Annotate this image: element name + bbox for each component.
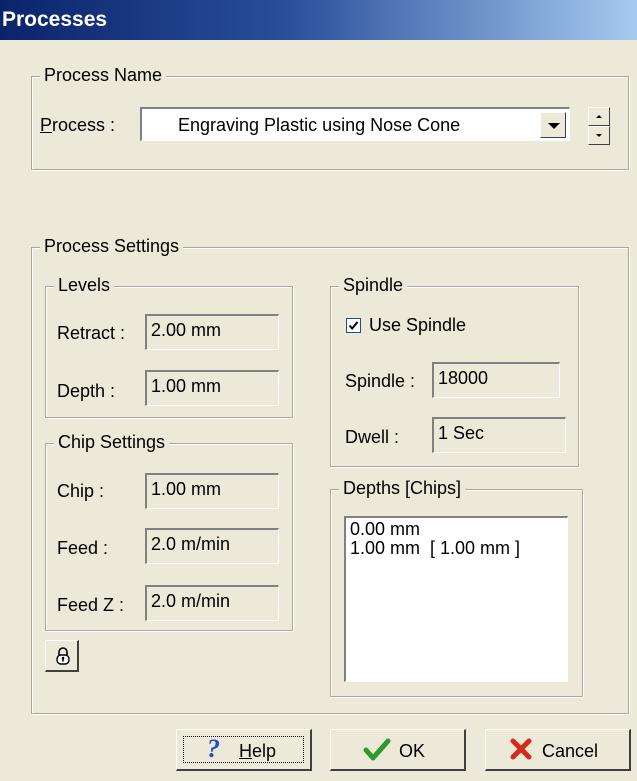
spindle-field[interactable]: 18000 bbox=[432, 362, 560, 398]
list-item[interactable]: 0.00 mm bbox=[350, 520, 563, 539]
chip-settings-legend: Chip Settings bbox=[54, 432, 170, 453]
process-label: Process : bbox=[40, 115, 116, 135]
feedz-field[interactable]: 2.0 m/min bbox=[145, 585, 279, 621]
help-label: Help bbox=[239, 741, 277, 761]
window-title: Processes bbox=[2, 8, 108, 31]
process-select[interactable]: Engraving Plastic using Nose Cone bbox=[140, 107, 570, 141]
feed-label: Feed : bbox=[57, 538, 109, 558]
process-name-legend: Process Name bbox=[40, 65, 167, 86]
dwell-field[interactable]: 1 Sec bbox=[432, 417, 566, 453]
depths-legend: Depths [Chips] bbox=[339, 478, 466, 499]
lock-icon bbox=[56, 647, 70, 665]
feedz-label: Feed Z : bbox=[57, 595, 125, 615]
depth-field[interactable]: 1.00 mm bbox=[145, 370, 279, 406]
cancel-label: Cancel bbox=[542, 741, 599, 761]
use-spindle-label[interactable]: Use Spindle bbox=[369, 315, 466, 336]
lock-button[interactable] bbox=[45, 640, 79, 672]
title-bar: Processes bbox=[0, 0, 637, 40]
retract-field[interactable]: 2.00 mm bbox=[145, 314, 279, 350]
dwell-label: Dwell : bbox=[345, 427, 400, 447]
spindle-legend: Spindle bbox=[339, 275, 408, 296]
chevron-down-icon[interactable] bbox=[540, 112, 566, 138]
ok-button[interactable]: OK bbox=[330, 729, 466, 771]
question-mark-icon: ? bbox=[207, 734, 220, 763]
chip-label: Chip : bbox=[57, 481, 105, 501]
x-icon bbox=[510, 738, 532, 760]
process-spinner[interactable] bbox=[588, 107, 610, 145]
spin-down-icon[interactable] bbox=[588, 126, 610, 145]
use-spindle-checkbox[interactable] bbox=[346, 318, 361, 333]
spindle-label: Spindle : bbox=[345, 371, 416, 391]
ok-label: OK bbox=[399, 741, 426, 761]
cancel-button[interactable]: Cancel bbox=[485, 729, 631, 771]
feed-field[interactable]: 2.0 m/min bbox=[145, 528, 279, 564]
spin-up-icon[interactable] bbox=[588, 107, 610, 126]
depths-list[interactable]: 0.00 mm 1.00 mm [ 1.00 mm ] bbox=[344, 516, 568, 682]
list-item[interactable]: 1.00 mm [ 1.00 mm ] bbox=[350, 539, 563, 558]
depth-label: Depth : bbox=[57, 381, 116, 401]
help-button[interactable]: ? Help bbox=[176, 729, 312, 771]
checkmark-icon bbox=[363, 738, 391, 761]
process-settings-legend: Process Settings bbox=[40, 236, 184, 257]
retract-label: Retract : bbox=[57, 323, 126, 343]
process-select-value: Engraving Plastic using Nose Cone bbox=[178, 115, 461, 135]
levels-legend: Levels bbox=[54, 275, 115, 296]
chip-field[interactable]: 1.00 mm bbox=[145, 473, 279, 509]
check-icon bbox=[348, 321, 359, 331]
